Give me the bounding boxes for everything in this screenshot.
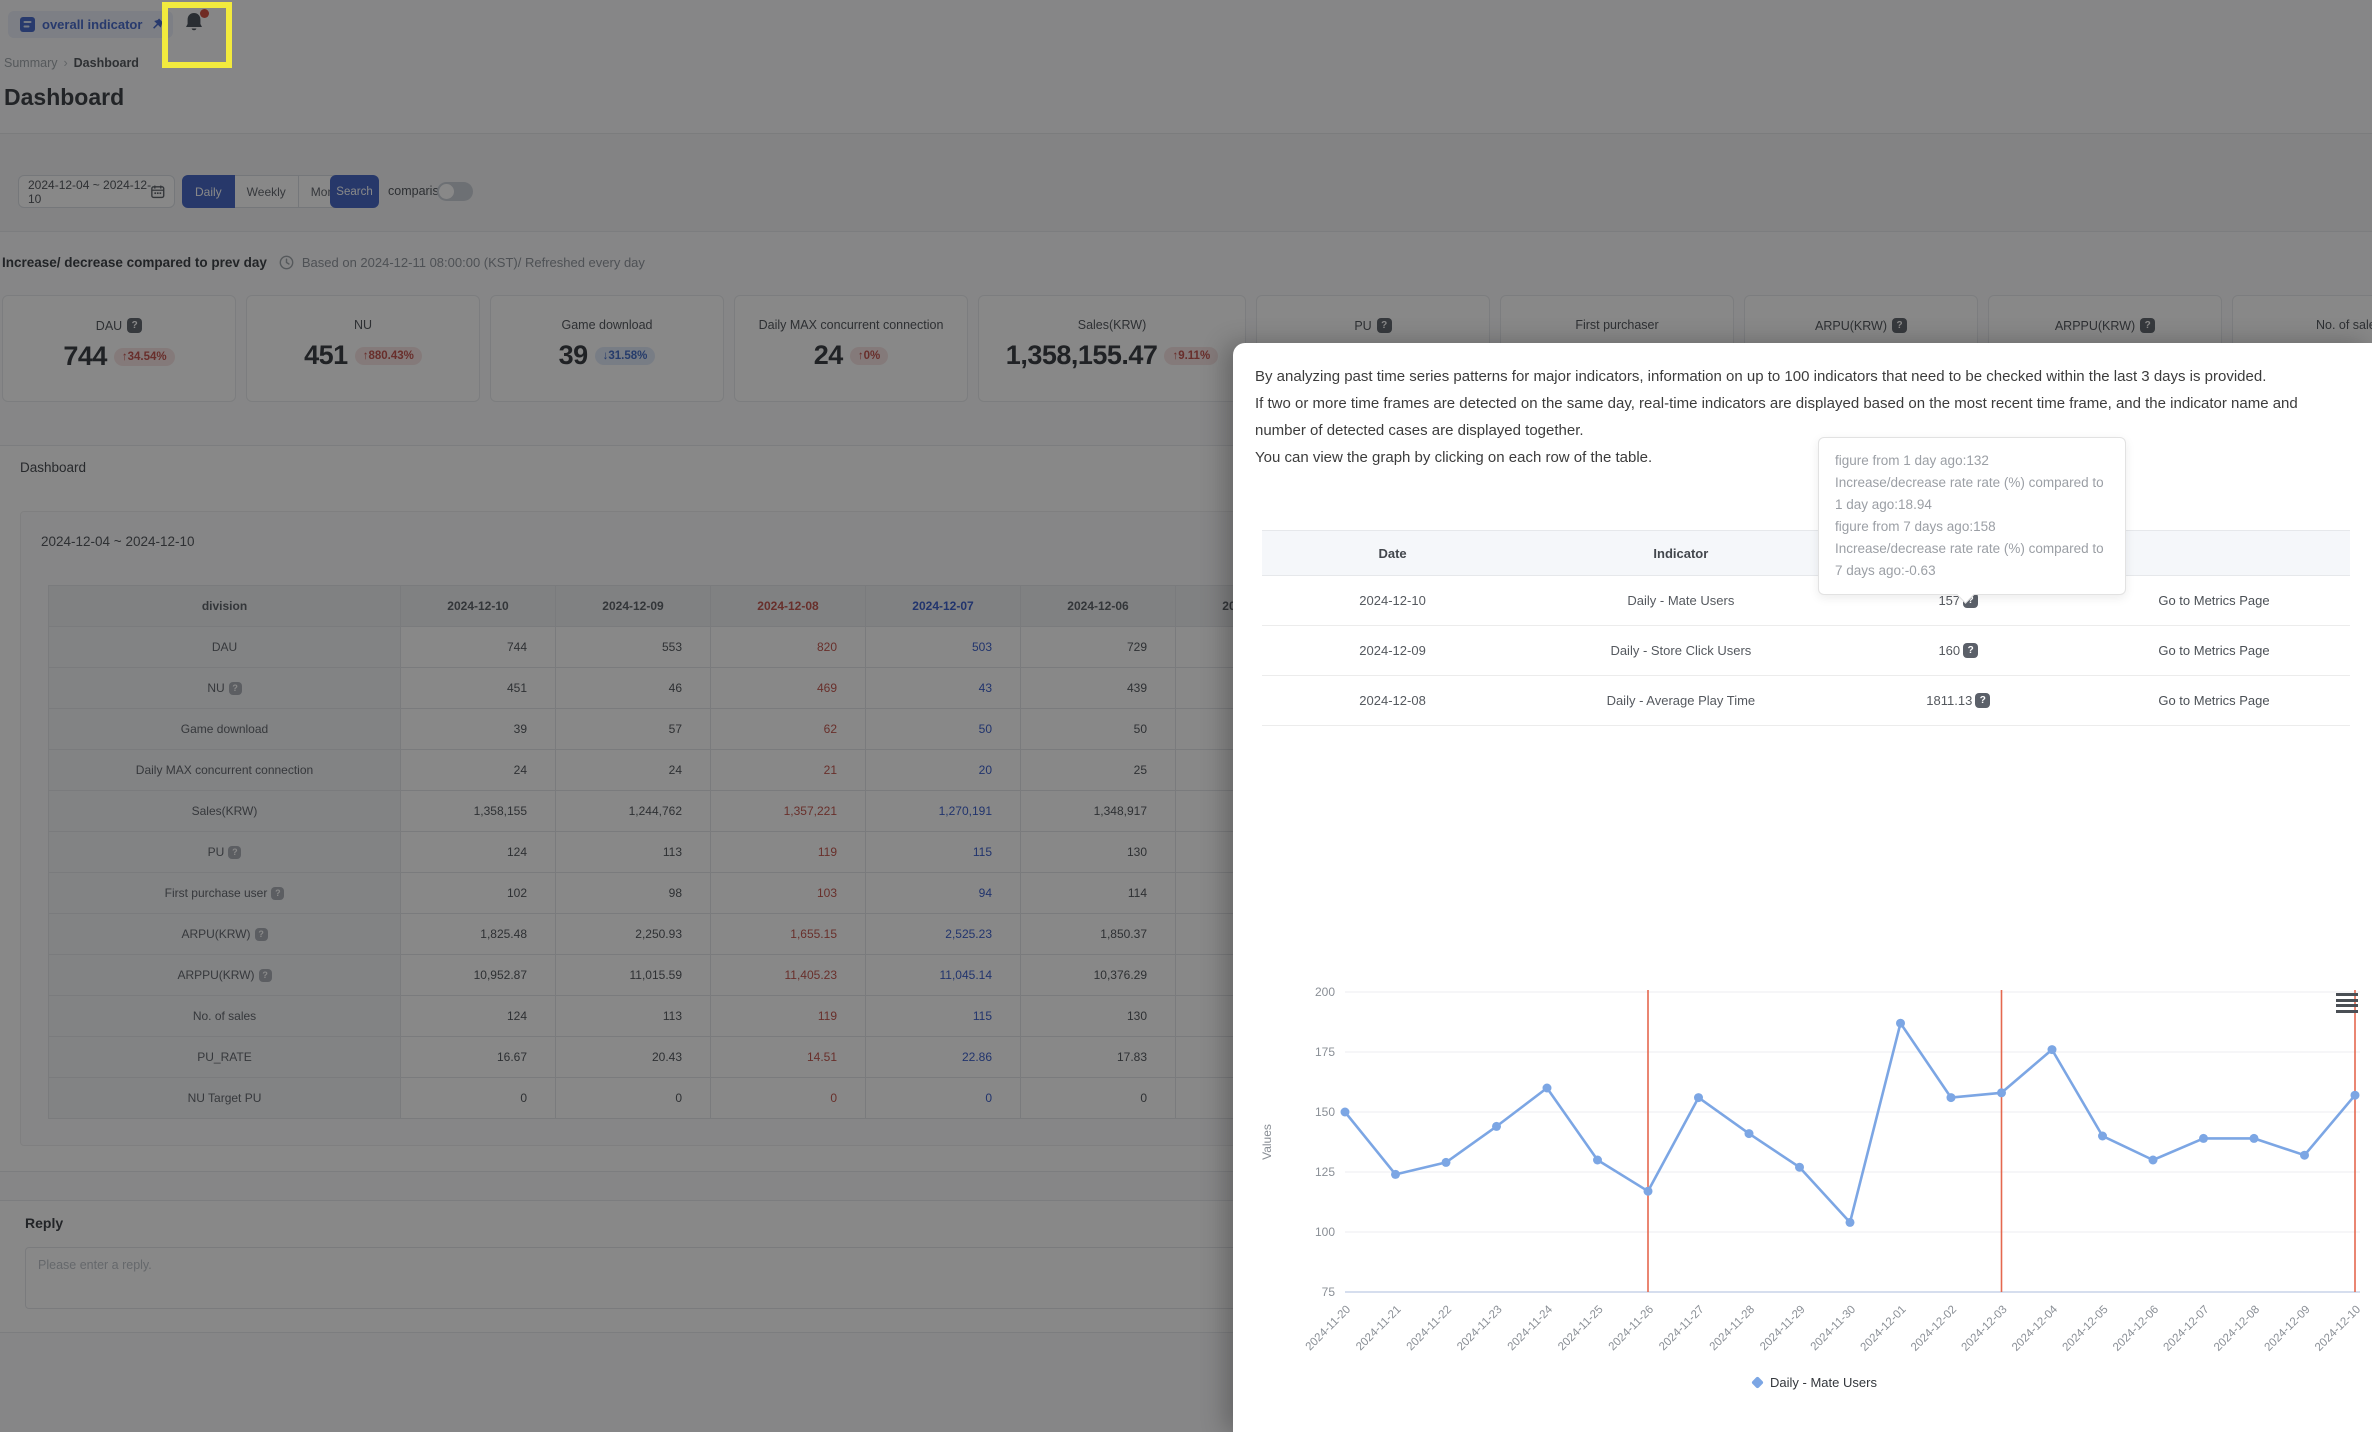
anomaly-column-header: Indicator [1523,530,1839,576]
x-tick-label: 2024-11-30 [1809,1304,1858,1353]
anomaly-action-cell: Go to Metrics Page [2077,625,2350,676]
data-point[interactable] [2350,1090,2360,1100]
indicator-line-chart[interactable]: 75 100 125 150 175 200 Values 2024-11-20 2024-11… [1255,960,2372,1360]
anomaly-date: 2024-12-08 [1262,675,1524,726]
x-tick-label: 2024-11-26 [1607,1304,1656,1353]
anomaly-indicator: Daily - Average Play Time [1523,675,1839,726]
go-to-metrics-link[interactable]: Go to Metrics Page [2158,643,2269,658]
x-tick-label: 2024-11-20 [1304,1304,1353,1353]
help-icon[interactable]: ? [1975,693,1991,708]
x-tick-label: 2024-11-21 [1354,1304,1403,1353]
data-point[interactable] [2249,1133,2259,1143]
x-tick-label: 2024-11-24 [1506,1303,1556,1353]
go-to-metrics-link[interactable]: Go to Metrics Page [2158,693,2269,708]
anomaly-column-header: Date [1262,530,1524,576]
x-tick-label: 2024-12-07 [2162,1304,2212,1354]
data-point[interactable] [1744,1129,1754,1139]
anomaly-header-row: Date Indicator [1262,530,2350,576]
x-tick-label: 2024-12-10 [2313,1304,2363,1354]
tooltip-line-2: Increase/decrease rate rate (%) compared… [1835,475,2104,512]
anomaly-indicator: Daily - Mate Users [1523,575,1839,626]
chart-menu-icon[interactable] [2336,993,2358,1015]
data-point[interactable] [1643,1186,1653,1196]
modal-paragraph-2: If two or more time frames are detected … [1255,395,2298,439]
data-point[interactable] [2148,1155,2158,1165]
tooltip-line-4: Increase/decrease rate rate (%) compared… [1835,541,2104,578]
x-tick-label: 2024-12-04 [2010,1303,2061,1354]
y-tick-label: 100 [1315,1225,1335,1239]
chart-legend[interactable]: Daily - Mate Users [1255,1375,2372,1390]
data-point[interactable] [1997,1088,2006,1098]
data-point[interactable] [1946,1093,1956,1103]
anomaly-table: Date Indicator 2024-12-10 Daily - Mate Use… [1262,530,2350,726]
y-axis-label: Values [1260,1124,1274,1160]
x-tick-label: 2024-12-08 [2212,1304,2262,1354]
anomaly-table-body: 2024-12-10 Daily - Mate Users 157? Go to Me… [1262,575,2350,726]
x-tick-label: 2024-12-01 [1859,1304,1909,1354]
data-point[interactable] [1542,1083,1552,1093]
data-point[interactable] [1441,1157,1451,1167]
data-point[interactable] [2199,1133,2208,1143]
data-point[interactable] [1492,1121,1501,1131]
anomaly-value: 160? [1938,643,1979,658]
tooltip-line-3: figure from 7 days ago:158 [1835,519,1996,534]
anomaly-date: 2024-12-10 [1262,575,1524,626]
anomaly-table-head: Date Indicator [1262,530,2350,576]
x-tick-label: 2024-11-25 [1556,1304,1605,1353]
go-to-metrics-link[interactable]: Go to Metrics Page [2158,593,2269,608]
anomaly-detection-modal: By analyzing past time series patterns f… [1233,343,2372,1432]
data-point[interactable] [1896,1018,1905,1028]
modal-paragraph-3: You can view the graph by clicking on ea… [1255,449,1653,466]
annotation-highlight-box [162,2,232,68]
data-point[interactable] [2300,1150,2309,1160]
value-tooltip: figure from 1 day ago:132 Increase/decre… [1818,437,2126,595]
anomaly-row[interactable]: 2024-12-09 Daily - Store Click Users 160? G… [1262,625,2350,676]
x-tick-label: 2024-11-29 [1758,1304,1807,1353]
data-point[interactable] [1593,1155,1602,1165]
anomaly-row[interactable]: 2024-12-10 Daily - Mate Users 157? Go to Me… [1262,575,2350,626]
x-tick-label: 2024-12-06 [2111,1304,2161,1354]
x-tick-label: 2024-12-02 [1909,1304,1959,1354]
data-point[interactable] [1391,1169,1400,1179]
anomaly-indicator: Daily - Store Click Users [1523,625,1839,676]
y-tick-label: 150 [1315,1105,1335,1119]
y-tick-label: 75 [1322,1285,1336,1299]
help-icon[interactable]: ? [1963,643,1979,658]
data-point[interactable] [1845,1217,1855,1227]
anomaly-row[interactable]: 2024-12-08 Daily - Average Play Time 1811.… [1262,675,2350,726]
x-tick-label: 2024-12-03 [1960,1304,2010,1354]
anomaly-value: 1811.13? [1926,693,1991,708]
x-tick-label: 2024-11-28 [1708,1304,1757,1353]
anomaly-value-text: 160 [1938,643,1961,658]
anomaly-value-cell: 1811.13? [1838,675,2078,726]
x-tick-label: 2024-11-23 [1455,1304,1504,1353]
modal-description: By analyzing past time series patterns f… [1233,343,2350,471]
x-tick-label: 2024-12-05 [2061,1304,2111,1354]
anomaly-action-cell: Go to Metrics Page [2077,675,2350,726]
y-tick-label: 175 [1315,1045,1335,1059]
x-tick-label: 2024-12-09 [2263,1304,2313,1354]
x-tick-label: 2024-11-27 [1657,1304,1706,1353]
data-point[interactable] [2098,1131,2107,1141]
y-tick-label: 200 [1315,985,1335,999]
y-tick-label: 125 [1315,1165,1335,1179]
data-point[interactable] [2047,1045,2057,1055]
anomaly-value-cell: 160? [1838,625,2078,676]
legend-label: Daily - Mate Users [1770,1375,1877,1390]
anomaly-value-text: 1811.13 [1926,693,1973,708]
modal-paragraph-1: By analyzing past time series patterns f… [1255,368,2267,385]
anomaly-date: 2024-12-09 [1262,625,1524,676]
data-point[interactable] [1694,1093,1703,1103]
legend-marker-icon [1751,1376,1764,1389]
data-point[interactable] [1340,1107,1350,1117]
tooltip-line-1: figure from 1 day ago:132 [1835,453,1989,468]
data-point[interactable] [1795,1162,1804,1172]
x-tick-label: 2024-11-22 [1405,1304,1454,1353]
